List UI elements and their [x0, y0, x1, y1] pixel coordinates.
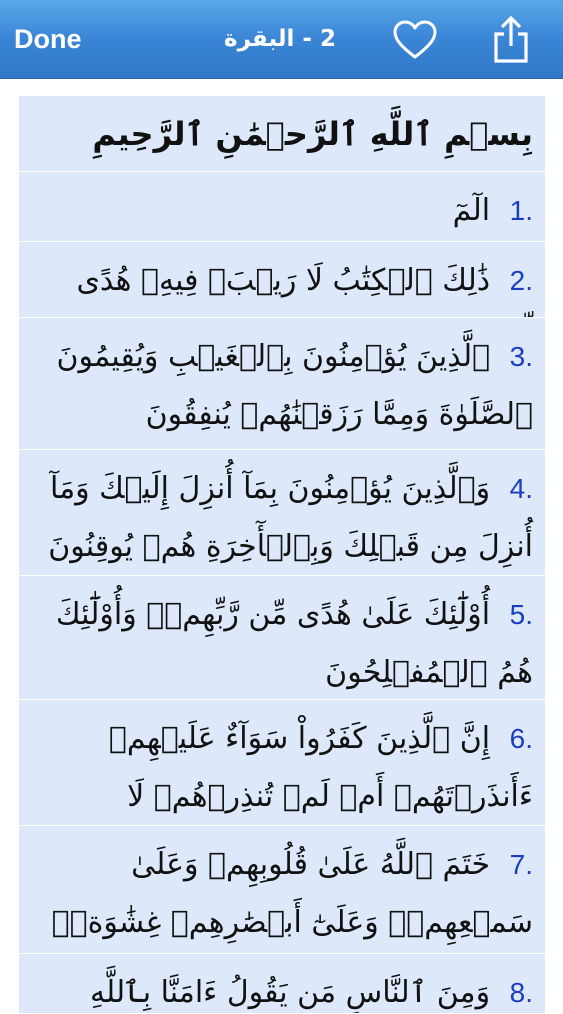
surah-title: 2 - البقرة [224, 26, 336, 52]
verse-number: 5. [509, 599, 533, 630]
share-icon[interactable] [490, 14, 532, 64]
verse-row[interactable]: 4. وَٱلَّذِينَ يُؤۡمِنُونَ بِمَآ أُنزِلَ… [19, 450, 545, 576]
done-button[interactable]: Done [14, 18, 82, 60]
verse-number: 8. [509, 977, 533, 1008]
verse-row[interactable]: 1. الٓمٓ [19, 172, 545, 242]
verse-row[interactable]: 7. خَتَمَ ٱللَّهُ عَلَىٰ قُلُوبِهِمۡ وَع… [19, 826, 545, 954]
verse-text: وَمِنَ ٱلنَّاسِ مَن يَقُولُ ءَامَنَّا بِ… [89, 975, 491, 1010]
verse-row[interactable]: 8. وَمِنَ ٱلنَّاسِ مَن يَقُولُ ءَامَنَّا… [19, 954, 545, 1014]
verse-row[interactable]: 6. إِنَّ ٱلَّذِينَ كَفَرُواْ سَوَآءٌ عَل… [19, 700, 545, 826]
verse-row[interactable]: 2. ذَٰلِكَ ٱلۡكِتَٰبُ لَا رَيۡبَۛ فِيهِۛ… [19, 242, 545, 318]
verse-row[interactable]: 5. أُوْلَٰٓئِكَ عَلَىٰ هُدًى مِّن رَّبِّ… [19, 576, 545, 700]
basmala-row: بِسۡمِ ٱللَّهِ ٱلرَّحۡمَٰنِ ٱلرَّحِيمِ [19, 96, 545, 172]
verse-number: 4. [509, 473, 533, 504]
verse-text: ذَٰلِكَ ٱلۡكِتَٰبُ لَا رَيۡبَۛ فِيهِۛ هُ… [76, 263, 491, 298]
verse-list[interactable]: بِسۡمِ ٱللَّهِ ٱلرَّحۡمَٰنِ ٱلرَّحِيمِ 1… [19, 96, 545, 1014]
verse-row[interactable]: 3. ٱلَّذِينَ يُؤۡمِنُونَ بِٱلۡغَيۡبِ وَي… [19, 318, 545, 450]
verse-text: خَتَمَ ٱللَّهُ عَلَىٰ قُلُوبِهِمۡ وَعَلَ… [51, 847, 533, 940]
verse-number: 3. [509, 341, 533, 372]
verse-text: أُوْلَٰٓئِكَ عَلَىٰ هُدًى مِّن رَّبِّهِم… [55, 597, 533, 690]
verse-text: الٓمٓ [452, 193, 491, 228]
verse-number: 1. [509, 195, 533, 226]
verse-number: 6. [509, 723, 533, 754]
verse-text: ٱلَّذِينَ يُؤۡمِنُونَ بِٱلۡغَيۡبِ وَيُقِ… [56, 339, 533, 432]
navigation-bar: Done 2 - البقرة [0, 0, 563, 78]
verse-number: 2. [509, 265, 533, 296]
verse-text: وَٱلَّذِينَ يُؤۡمِنُونَ بِمَآ أُنزِلَ إِ… [48, 471, 533, 564]
heart-outline-icon[interactable] [392, 19, 438, 61]
verse-text: إِنَّ ٱلَّذِينَ كَفَرُواْ سَوَآءٌ عَلَيۡ… [108, 721, 533, 814]
verse-number: 7. [509, 849, 533, 880]
basmala-text: بِسۡمِ ٱللَّهِ ٱلرَّحۡمَٰنِ ٱلرَّحِيمِ [92, 115, 533, 153]
